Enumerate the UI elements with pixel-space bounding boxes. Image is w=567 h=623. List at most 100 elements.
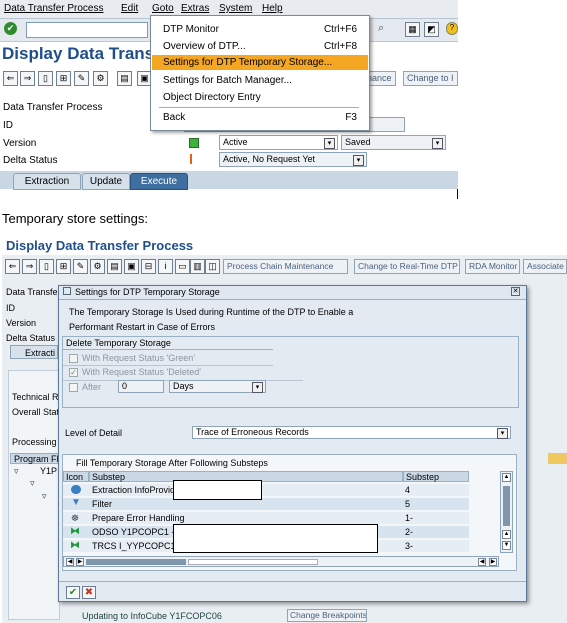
scroll-track[interactable] — [188, 559, 318, 565]
tree-node-y1p[interactable]: Y1P — [40, 466, 57, 476]
tree-node-icon[interactable]: ▿ — [42, 491, 47, 502]
col-header-icon[interactable]: Icon — [63, 471, 89, 482]
delta-status-field: Active, No Request Yet ▾ — [219, 152, 367, 167]
label-delta-status: Delta Status — [3, 155, 58, 166]
redacted-box — [173, 524, 378, 553]
menu-item-overview[interactable]: Overview of DTP... — [163, 41, 246, 52]
level-of-detail-select[interactable]: Trace of Erroneous Records ▾ — [192, 426, 511, 439]
goto-menu: DTP Monitor Ctrl+F6 Overview of DTP... C… — [150, 15, 370, 131]
chevron-down-icon: ▾ — [497, 428, 508, 439]
col-header-substep-2[interactable]: Substep — [403, 471, 469, 482]
tab-extraction[interactable]: Extraction — [13, 173, 81, 190]
scroll-right-icon[interactable]: ▶ — [489, 558, 497, 566]
forward-icon[interactable]: ⇒ — [22, 259, 37, 274]
shortcut-icon[interactable]: ◩ — [424, 22, 439, 37]
label-technical: Technical R — [12, 392, 59, 402]
after-checkbox[interactable] — [69, 383, 78, 392]
redacted-box — [173, 480, 262, 500]
activate-icon[interactable]: ⚙ — [93, 71, 108, 86]
back-icon[interactable]: ⇐ — [3, 71, 18, 86]
page-title: Display Data Transfe — [2, 44, 170, 63]
change-to-realtime-dtp-button[interactable]: Change to Real-Time DTP — [354, 259, 460, 274]
filter-icon: ▼ — [71, 497, 81, 508]
check-icon[interactable]: ✎ — [74, 71, 89, 86]
where-used-icon[interactable]: ⊟ — [141, 259, 156, 274]
table-row[interactable]: Extraction InfoProvide 4 — [63, 484, 469, 496]
help-icon[interactable]: ? — [446, 22, 458, 35]
database-icon[interactable]: ◫ — [205, 259, 220, 274]
program-flow-label: Program Fl — [14, 454, 59, 464]
chevron-down-icon: ▾ — [252, 382, 263, 393]
row-substep: Filter — [92, 499, 112, 509]
menu-item-temporary-storage[interactable]: Settings for DTP Temporary Storage... — [163, 57, 332, 68]
display-change-icon[interactable]: ▯ — [38, 71, 53, 86]
scroll-thumb[interactable] — [86, 559, 186, 565]
vertical-scrollbar[interactable]: ▲ ▲ ▼ — [500, 471, 513, 553]
scroll-thumb[interactable] — [503, 486, 510, 526]
find-icon[interactable]: ⌕ — [378, 22, 390, 35]
check-icon[interactable]: ✎ — [73, 259, 88, 274]
cancel-button[interactable]: ✖ — [82, 586, 96, 599]
label-delta-status-2: Delta Status — [6, 333, 56, 343]
command-field[interactable] — [26, 22, 148, 38]
horizontal-scrollbar[interactable]: ◀ ▶ ◀ ▶ — [63, 556, 499, 567]
transport-icon[interactable]: ▥ — [190, 259, 205, 274]
tab-extraction-2[interactable]: Extracti — [10, 345, 58, 359]
ok-button[interactable]: ✔ — [66, 586, 80, 599]
temp-storage-dialog: Settings for DTP Temporary Storage ✕ The… — [58, 285, 527, 602]
display-icon[interactable]: ▣ — [124, 259, 139, 274]
forward-icon[interactable]: ⇒ — [20, 71, 35, 86]
tree-node-icon[interactable]: ▿ — [30, 478, 35, 489]
activate-icon[interactable]: ⚙ — [90, 259, 105, 274]
back-icon[interactable]: ⇐ — [5, 259, 20, 274]
menu-item-dtp-monitor[interactable]: DTP Monitor — [163, 24, 219, 35]
group-divider — [63, 365, 273, 366]
menu-item-back[interactable]: Back — [163, 112, 185, 123]
close-icon[interactable]: ✕ — [511, 287, 520, 296]
scroll-up-icon[interactable]: ▲ — [502, 473, 511, 482]
label-id: ID — [3, 120, 13, 131]
tab-update[interactable]: Update — [82, 173, 130, 190]
menu-system[interactable]: System — [219, 3, 252, 14]
tab-execute[interactable]: Execute — [130, 173, 188, 190]
change-to-realtime-button[interactable]: Change to I — [403, 71, 458, 86]
display-change-icon[interactable]: ▯ — [39, 259, 54, 274]
menu-data-transfer-process[interactable]: Data Transfer Process — [4, 3, 103, 14]
menu-edit[interactable]: Edit — [121, 3, 138, 14]
menu-item-batch-manager[interactable]: Settings for Batch Manager... — [163, 75, 292, 86]
tree-node-icon[interactable]: ▿ — [14, 466, 19, 477]
after-value-field[interactable]: 0 — [118, 380, 164, 393]
info-icon[interactable]: i — [158, 259, 173, 274]
scroll-right-icon[interactable]: ▶ — [76, 558, 84, 566]
deleted-status-checkbox[interactable]: ✓ — [69, 368, 78, 377]
table-icon[interactable]: ▤ — [117, 71, 132, 86]
menu-item-object-directory[interactable]: Object Directory Entry — [163, 92, 261, 103]
table-row[interactable]: ▼ Filter 5 — [63, 497, 469, 510]
menu-help[interactable]: Help — [262, 3, 283, 14]
create-session-icon[interactable]: ▦ — [405, 22, 420, 37]
scroll-down-icon[interactable]: ▼ — [502, 541, 511, 550]
scroll-left-icon[interactable]: ◀ — [478, 558, 486, 566]
scroll-up-icon[interactable]: ▲ — [502, 530, 511, 539]
table-row[interactable]: ☸ Prepare Error Handling 1- — [63, 512, 469, 524]
change-breakpoints-button[interactable]: Change Breakpoints — [287, 609, 367, 622]
hierarchy-icon[interactable]: ⊞ — [56, 71, 71, 86]
process-chain-button[interactable]: nance — [366, 71, 396, 86]
green-status-checkbox[interactable] — [69, 354, 78, 363]
chevron-down-icon: ▾ — [324, 138, 335, 149]
menu-goto[interactable]: Goto — [152, 3, 174, 14]
label-overall-status: Overall Statu — [12, 407, 65, 417]
menu-extras[interactable]: Extras — [181, 3, 209, 14]
version-select[interactable]: Active ▾ — [219, 135, 338, 150]
hierarchy-icon[interactable]: ⊞ — [56, 259, 71, 274]
document-icon[interactable]: ▭ — [175, 259, 190, 274]
table-icon[interactable]: ▤ — [107, 259, 122, 274]
database-icon — [71, 485, 81, 494]
scroll-left-icon[interactable]: ◀ — [66, 558, 74, 566]
row-value: 3- — [405, 541, 414, 551]
rda-monitor-button[interactable]: RDA Monitor — [465, 259, 520, 274]
associate-button[interactable]: Associate — [523, 259, 567, 274]
process-chain-maintenance-button[interactable]: Process Chain Maintenance — [223, 259, 348, 274]
after-unit-select[interactable]: Days ▾ — [169, 380, 266, 393]
enter-icon[interactable]: ✔ — [4, 22, 17, 35]
